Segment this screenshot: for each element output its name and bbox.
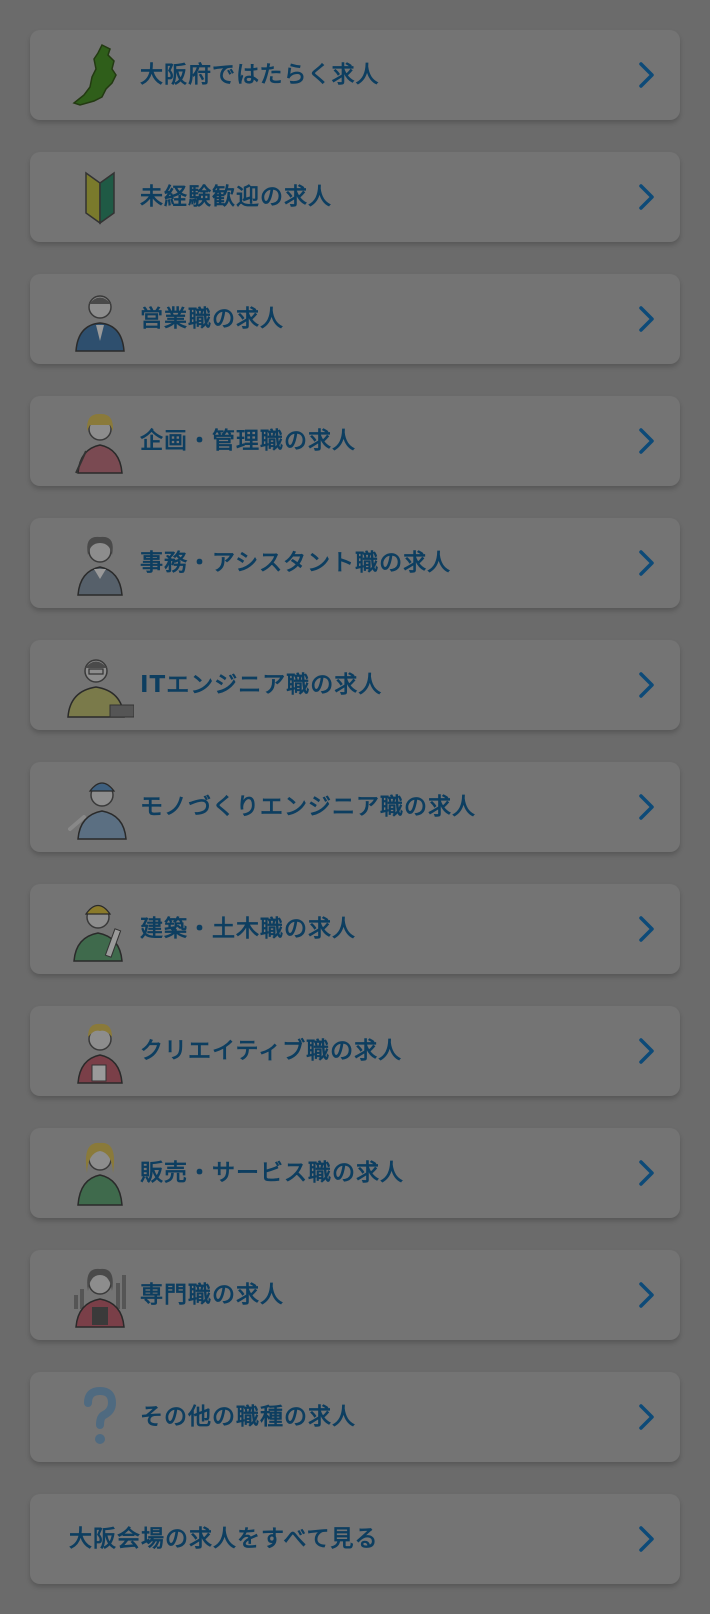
specialist-icon — [66, 1261, 134, 1329]
category-sales[interactable]: 営業職の求人 — [30, 274, 680, 364]
chevron-right-icon — [630, 1157, 662, 1189]
view-all-osaka-jobs-button[interactable]: 大阪会場の求人をすべて見る — [30, 1494, 680, 1584]
creative-worker-icon — [66, 1017, 134, 1085]
it-engineer-icon — [66, 651, 134, 719]
category-label: 営業職の求人 — [140, 306, 284, 332]
chevron-right-icon — [630, 547, 662, 579]
category-label: 大阪府ではたらく求人 — [140, 62, 380, 88]
category-office-assistant[interactable]: 事務・アシスタント職の求人 — [30, 518, 680, 608]
category-creative[interactable]: クリエイティブ職の求人 — [30, 1006, 680, 1096]
category-label: 専門職の求人 — [140, 1282, 284, 1308]
beginner-mark-icon — [66, 163, 134, 231]
category-osaka-jobs[interactable]: 大阪府ではたらく求人 — [30, 30, 680, 120]
category-label: 事務・アシスタント職の求人 — [140, 550, 452, 576]
chevron-right-icon — [630, 181, 662, 213]
category-label: 建築・土木職の求人 — [140, 916, 356, 942]
chevron-right-icon — [630, 1279, 662, 1311]
chevron-right-icon — [630, 1035, 662, 1067]
category-inexperienced-welcome[interactable]: 未経験歓迎の求人 — [30, 152, 680, 242]
osaka-map-icon — [66, 41, 134, 109]
category-label: 販売・サービス職の求人 — [140, 1160, 404, 1186]
chevron-right-icon — [630, 913, 662, 945]
chevron-right-icon — [630, 669, 662, 701]
category-label: ITエンジニア職の求人 — [140, 672, 383, 698]
category-retail-service[interactable]: 販売・サービス職の求人 — [30, 1128, 680, 1218]
office-clerk-icon — [66, 529, 134, 597]
question-mark-icon — [66, 1383, 134, 1451]
salesperson-icon — [66, 285, 134, 353]
manufacturing-engineer-icon — [66, 773, 134, 841]
category-construction-civil[interactable]: 建築・土木職の求人 — [30, 884, 680, 974]
category-it-engineer[interactable]: ITエンジニア職の求人 — [30, 640, 680, 730]
category-label: クリエイティブ職の求人 — [140, 1038, 403, 1064]
category-label: 未経験歓迎の求人 — [140, 184, 332, 210]
category-label: モノづくりエンジニア職の求人 — [140, 794, 476, 820]
chevron-right-icon — [630, 791, 662, 823]
chevron-right-icon — [630, 59, 662, 91]
category-manufacturing-engineer[interactable]: モノづくりエンジニア職の求人 — [30, 762, 680, 852]
chevron-right-icon — [630, 303, 662, 335]
planner-woman-icon — [66, 407, 134, 475]
category-other-occupations[interactable]: その他の職種の求人 — [30, 1372, 680, 1462]
category-label: その他の職種の求人 — [140, 1404, 356, 1430]
category-specialist[interactable]: 専門職の求人 — [30, 1250, 680, 1340]
chevron-right-icon — [630, 1523, 662, 1555]
sales-service-staff-icon — [66, 1139, 134, 1207]
construction-worker-icon — [66, 895, 134, 963]
view-all-label: 大阪会場の求人をすべて見る — [69, 1526, 379, 1552]
chevron-right-icon — [630, 425, 662, 457]
chevron-right-icon — [630, 1401, 662, 1433]
job-category-list: 大阪府ではたらく求人 未経験歓迎の求人 営業職の求人 企画・管理職の求人 事務・… — [0, 0, 710, 1614]
category-planning-management[interactable]: 企画・管理職の求人 — [30, 396, 680, 486]
category-label: 企画・管理職の求人 — [140, 428, 356, 454]
